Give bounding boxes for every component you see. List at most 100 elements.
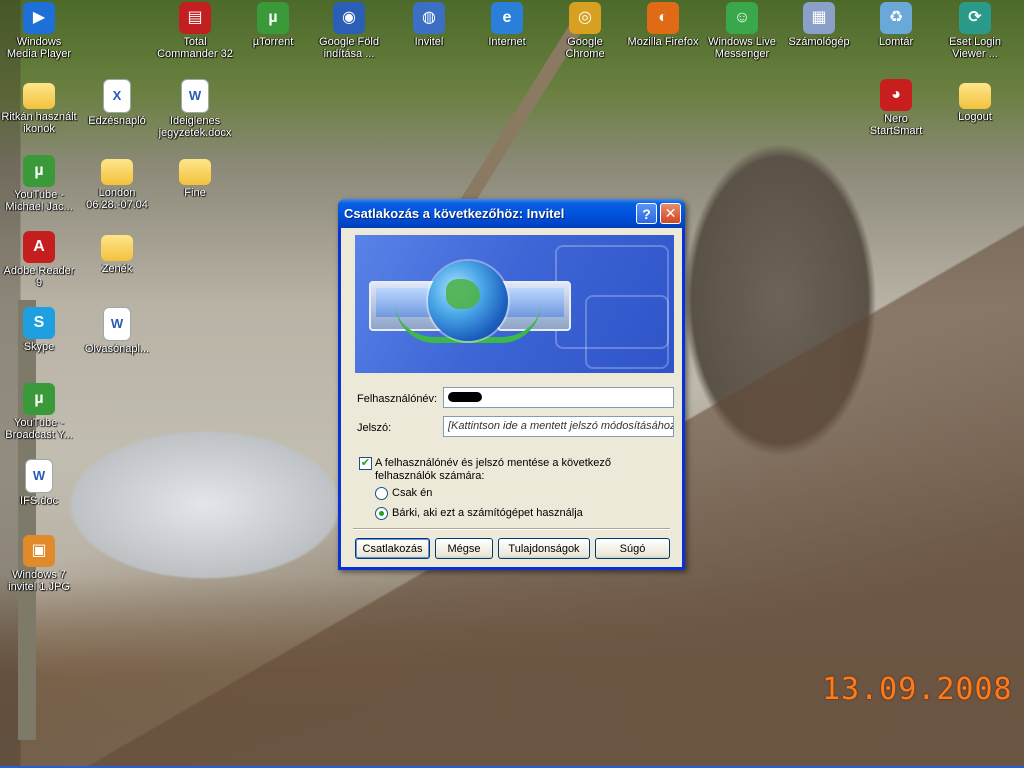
globe-icon — [428, 261, 508, 341]
password-field[interactable]: [Kattintson ide a mentett jelszó módosít… — [443, 416, 674, 437]
desktop-icon[interactable]: ▶ Windows Media Player — [1, 2, 77, 60]
utorrent-file-icon: µ — [23, 383, 55, 415]
folder-icon — [101, 235, 133, 261]
desktop-icon-label: Nero StartSmart — [869, 113, 923, 137]
dialog-titlebar[interactable]: Csatlakozás a következőhöz: Invitel ? ✕ — [338, 199, 685, 228]
cancel-button[interactable]: Mégse — [435, 538, 493, 559]
desktop-icon[interactable]: W Olvasónapl... — [79, 307, 155, 355]
desktop-icon-label: Internet — [488, 36, 526, 48]
desktop-icon-label: Fine — [184, 187, 206, 199]
help-button[interactable]: Súgó — [595, 538, 670, 559]
folder-icon — [959, 83, 991, 109]
username-field[interactable] — [443, 387, 674, 408]
desktop-icon-label: YouTube - Broadcast Y... — [5, 417, 73, 441]
recycle-bin-icon: ♻ — [880, 2, 912, 34]
password-label: Jelszó: — [357, 422, 392, 434]
desktop-icon-label: Ideiglenes jegyzetek.docx — [158, 115, 232, 139]
desktop-icon[interactable]: µ YouTube - Michael Jac... — [1, 155, 77, 213]
dialog-title: Csatlakozás a következőhöz: Invitel — [344, 206, 565, 221]
desktop-icon[interactable]: ◍ Invitel — [391, 2, 467, 48]
desktop-icon[interactable]: ◉ Google Föld indítása ... — [311, 2, 387, 60]
desktop-icon[interactable]: µ YouTube - Broadcast Y... — [1, 383, 77, 441]
desktop-icon[interactable]: X Edzésnapló — [79, 79, 155, 127]
desktop-icon-label: Zenék — [101, 263, 133, 275]
redacted-username — [448, 392, 482, 403]
skype-icon: S — [23, 307, 55, 339]
firefox-icon: ◐ — [647, 2, 679, 34]
word-document-icon: W — [181, 79, 209, 113]
desktop-icon[interactable]: ◎ Google Chrome — [547, 2, 623, 60]
desktop-icon-label: Ritkán használt ikonok — [1, 111, 77, 135]
desktop-icon[interactable]: London 06.28.-07.04 — [79, 155, 155, 211]
save-credentials-label: A felhasználónév és jelszó mentése a köv… — [375, 457, 612, 482]
adobe-reader-icon: A — [23, 231, 55, 263]
total-commander-icon: ▤ — [179, 2, 211, 34]
desktop-icon[interactable]: S Skype — [1, 307, 77, 353]
dialup-connection-icon: ◍ — [413, 2, 445, 34]
desktop-icon[interactable]: ◕ Nero StartSmart — [858, 79, 934, 137]
connect-button[interactable]: Csatlakozás — [355, 538, 430, 559]
desktop-icon-label: Windows 7 invitel 1.JPG — [8, 569, 70, 593]
desktop-icon[interactable]: ▦ Számológép — [781, 2, 857, 48]
desktop-icon-label: Windows Live Messenger — [708, 36, 776, 60]
radio-only-me[interactable] — [375, 487, 388, 500]
desktop-icon-label: Lomtár — [878, 36, 914, 48]
username-label: Felhasználónév: — [357, 393, 438, 405]
desktop-icon[interactable]: Ritkán használt ikonok — [1, 79, 77, 135]
folder-icon — [101, 159, 133, 185]
desktop-icon[interactable]: Fine — [157, 155, 233, 199]
save-credentials-checkbox[interactable]: ✔ — [359, 457, 372, 470]
desktop-icon-label: Total Commander 32 — [157, 36, 233, 60]
desktop-icon-label: Edzésnapló — [88, 115, 146, 127]
image-file-icon: ▣ — [23, 535, 55, 567]
desktop-icon-label: Mozilla Firefox — [627, 36, 699, 48]
desktop-icon-label: Adobe Reader 9 — [3, 265, 75, 289]
word-document-icon: W — [25, 459, 53, 493]
photo-date-stamp: 13.09.2008 — [822, 672, 1013, 707]
radio-anyone-label: Bárki, aki ezt a számítógépet használja — [392, 507, 583, 519]
folder-icon — [23, 83, 55, 109]
desktop-icon[interactable]: W IFS.doc — [1, 459, 77, 507]
wooden-plank — [18, 300, 36, 740]
utorrent-file-icon: µ — [23, 155, 55, 187]
desktop-icon-label: Google Chrome — [565, 36, 605, 60]
excel-document-icon: X — [103, 79, 131, 113]
connection-banner-image — [355, 235, 674, 373]
connect-dialog[interactable]: Csatlakozás a következőhöz: Invitel ? ✕ … — [338, 199, 685, 570]
desktop-icon-label: µTorrent — [252, 36, 294, 48]
desktop-icon-label: Skype — [23, 341, 55, 353]
desktop-icon-label: Olvasónapl... — [84, 343, 150, 355]
desktop-icon-label: Invitel — [414, 36, 444, 48]
dialog-separator — [353, 528, 670, 530]
nero-icon: ◕ — [880, 79, 912, 111]
utorrent-icon: µ — [257, 2, 289, 34]
desktop-icon[interactable]: ☺ Windows Live Messenger — [704, 2, 780, 60]
desktop-icon[interactable]: ▣ Windows 7 invitel 1.JPG — [1, 535, 77, 593]
desktop-icon-label: Számológép — [788, 36, 850, 48]
close-icon[interactable]: ✕ — [660, 203, 681, 224]
desktop-icon[interactable]: Logout — [937, 79, 1013, 123]
word-document-icon: W — [103, 307, 131, 341]
windows-media-player-icon: ▶ — [23, 2, 55, 34]
desktop-icon-label: London 06.28.-07.04 — [86, 187, 148, 211]
desktop-icon[interactable]: A Adobe Reader 9 — [1, 231, 77, 289]
desktop-icon-label: IFS.doc — [20, 495, 58, 507]
calculator-icon: ▦ — [803, 2, 835, 34]
desktop-icon-label: Google Föld indítása ... — [319, 36, 379, 60]
desktop-icon[interactable]: ▤ Total Commander 32 — [157, 2, 233, 60]
radio-anyone[interactable] — [375, 507, 388, 520]
radio-only-me-label: Csak én — [392, 487, 433, 499]
properties-button[interactable]: Tulajdonságok — [498, 538, 590, 559]
desktop-icon[interactable]: µ µTorrent — [235, 2, 311, 48]
help-icon[interactable]: ? — [636, 203, 657, 224]
desktop-icon-label: YouTube - Michael Jac... — [5, 189, 73, 213]
desktop-icon[interactable]: ♻ Lomtár — [858, 2, 934, 48]
desktop-icon-label: Windows Media Player — [6, 36, 72, 60]
desktop-icon[interactable]: ◐ Mozilla Firefox — [625, 2, 701, 48]
desktop-icon[interactable]: Zenék — [79, 231, 155, 275]
desktop-icon[interactable]: W Ideiglenes jegyzetek.docx — [157, 79, 233, 139]
desktop-icon[interactable]: e Internet — [469, 2, 545, 48]
desktop-icon[interactable]: ⟳ Eset Login Viewer ... — [937, 2, 1013, 60]
messenger-icon: ☺ — [726, 2, 758, 34]
google-chrome-icon: ◎ — [569, 2, 601, 34]
